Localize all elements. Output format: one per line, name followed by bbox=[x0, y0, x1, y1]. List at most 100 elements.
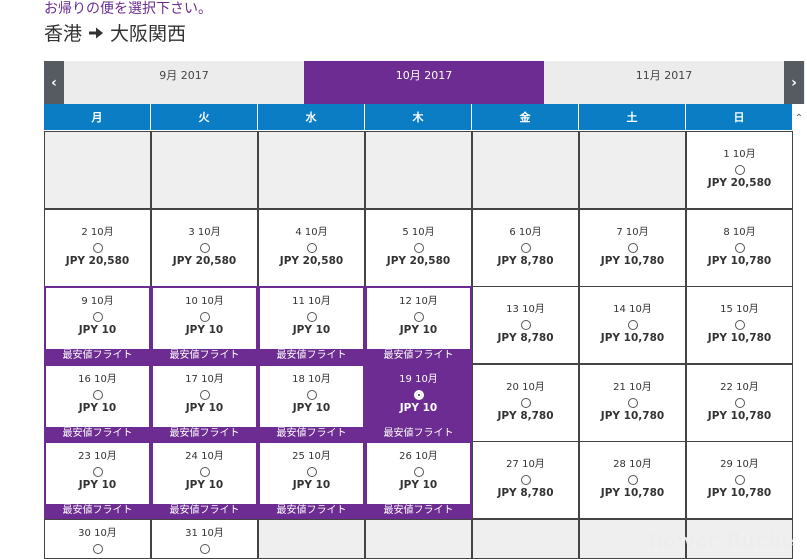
radio-icon[interactable] bbox=[520, 320, 531, 330]
next-month-button[interactable]: › bbox=[784, 61, 804, 104]
radio-icon[interactable] bbox=[306, 467, 317, 477]
calendar-day[interactable]: 11 10月 JPY 10 最安値フライト bbox=[258, 286, 365, 364]
radio-icon[interactable] bbox=[734, 165, 745, 175]
weekday-thu: 木 bbox=[365, 104, 471, 130]
lowest-fare-label: 最安値フライト bbox=[46, 504, 149, 517]
day-price: JPY 10 bbox=[292, 402, 331, 414]
weekday-tue: 火 bbox=[151, 104, 257, 130]
calendar-day[interactable]: 9 10月 JPY 10 最安値フライト bbox=[44, 286, 151, 364]
radio-icon[interactable] bbox=[92, 390, 103, 400]
day-price: JPY 10 bbox=[78, 479, 117, 491]
route-heading: 香港 大阪関西 bbox=[44, 19, 186, 46]
radio-icon[interactable] bbox=[627, 320, 638, 330]
day-date: 24 10月 bbox=[185, 451, 224, 462]
radio-icon[interactable] bbox=[413, 243, 424, 253]
radio-icon[interactable] bbox=[627, 398, 638, 408]
radio-icon[interactable] bbox=[199, 390, 210, 400]
day-date: 25 10月 bbox=[292, 451, 331, 462]
weekday-fri: 金 bbox=[472, 104, 578, 130]
calendar-day[interactable]: 7 10月 JPY 10,780 bbox=[579, 209, 686, 287]
radio-icon[interactable] bbox=[413, 312, 424, 322]
calendar-day[interactable]: 13 10月 JPY 8,780 bbox=[472, 286, 579, 364]
radio-icon[interactable] bbox=[520, 398, 531, 408]
calendar-day[interactable]: 8 10月 JPY 10,780 bbox=[686, 209, 793, 287]
day-date: 14 10月 bbox=[613, 304, 652, 315]
radio-icon[interactable] bbox=[92, 467, 103, 477]
lowest-fare-label: 最安値フライト bbox=[153, 427, 256, 440]
radio-icon[interactable] bbox=[92, 312, 103, 322]
calendar-day[interactable]: 30 10月 bbox=[44, 519, 151, 559]
radio-icon[interactable] bbox=[306, 312, 317, 322]
radio-icon[interactable] bbox=[734, 243, 745, 253]
calendar-cell-empty bbox=[472, 131, 579, 209]
calendar-day[interactable]: 29 10月 JPY 10,780 bbox=[686, 441, 793, 519]
lowest-fare-label: 最安値フライト bbox=[260, 427, 363, 440]
calendar-day-selected[interactable]: 19 10月 JPY 10 最安値フライト bbox=[365, 364, 472, 442]
calendar-day[interactable]: 1 10月 JPY 20,580 bbox=[686, 131, 793, 209]
lowest-fare-label: 最安値フライト bbox=[46, 427, 149, 440]
calendar-day[interactable]: 12 10月 JPY 10 最安値フライト bbox=[365, 286, 472, 364]
day-date: 1 10月 bbox=[723, 149, 756, 160]
radio-icon[interactable] bbox=[734, 320, 745, 330]
calendar-day[interactable]: 10 10月 JPY 10 最安値フライト bbox=[151, 286, 258, 364]
radio-icon[interactable] bbox=[734, 475, 745, 485]
calendar-cell-empty bbox=[258, 131, 365, 209]
radio-icon[interactable] bbox=[520, 475, 531, 485]
calendar-day[interactable]: 24 10月 JPY 10 最安値フライト bbox=[151, 441, 258, 519]
day-price: JPY 20,580 bbox=[707, 177, 772, 189]
calendar-day[interactable]: 4 10月 JPY 20,580 bbox=[258, 209, 365, 287]
day-date: 16 10月 bbox=[78, 374, 117, 385]
radio-icon[interactable] bbox=[92, 544, 103, 554]
calendar-day[interactable]: 22 10月 JPY 10,780 bbox=[686, 364, 793, 442]
prev-month-button[interactable]: ‹ bbox=[44, 61, 64, 104]
radio-icon[interactable] bbox=[306, 390, 317, 400]
calendar-day[interactable]: 14 10月 JPY 10,780 bbox=[579, 286, 686, 364]
radio-icon[interactable] bbox=[199, 544, 210, 554]
calendar-day[interactable]: 16 10月 JPY 10 最安値フライト bbox=[44, 364, 151, 442]
calendar-day[interactable]: 15 10月 JPY 10,780 bbox=[686, 286, 793, 364]
calendar-day[interactable]: 25 10月 JPY 10 最安値フライト bbox=[258, 441, 365, 519]
calendar-day[interactable]: 31 10月 bbox=[151, 519, 258, 559]
day-date: 30 10月 bbox=[78, 528, 117, 539]
calendar-day[interactable]: 17 10月 JPY 10 最安値フライト bbox=[151, 364, 258, 442]
scroll-up-button[interactable]: ⌃ bbox=[793, 110, 805, 126]
day-price: JPY 20,580 bbox=[386, 255, 451, 267]
calendar-day[interactable]: 21 10月 JPY 10,780 bbox=[579, 364, 686, 442]
month-tab-current[interactable]: 10月 2017 bbox=[304, 61, 544, 104]
radio-icon[interactable] bbox=[627, 475, 638, 485]
radio-icon[interactable] bbox=[520, 243, 531, 253]
calendar-day[interactable]: 5 10月 JPY 20,580 bbox=[365, 209, 472, 287]
lowest-fare-label: 最安値フライト bbox=[367, 349, 470, 362]
day-price: JPY 10 bbox=[185, 479, 224, 491]
calendar-day[interactable]: 23 10月 JPY 10 最安値フライト bbox=[44, 441, 151, 519]
radio-icon[interactable] bbox=[92, 243, 103, 253]
calendar-day[interactable]: 28 10月 JPY 10,780 bbox=[579, 441, 686, 519]
radio-selected-icon[interactable] bbox=[413, 390, 424, 400]
radio-icon[interactable] bbox=[413, 467, 424, 477]
calendar-day[interactable]: 2 10月 JPY 20,580 bbox=[44, 209, 151, 287]
calendar-day[interactable]: 3 10月 JPY 20,580 bbox=[151, 209, 258, 287]
calendar-day[interactable]: 26 10月 JPY 10 最安値フライト bbox=[365, 441, 472, 519]
radio-icon[interactable] bbox=[199, 467, 210, 477]
day-price: JPY 20,580 bbox=[172, 255, 237, 267]
radio-icon[interactable] bbox=[199, 312, 210, 322]
radio-icon[interactable] bbox=[734, 398, 745, 408]
radio-icon[interactable] bbox=[627, 243, 638, 253]
lowest-fare-label: 最安値フライト bbox=[260, 349, 363, 362]
calendar-day[interactable]: 6 10月 JPY 8,780 bbox=[472, 209, 579, 287]
radio-icon[interactable] bbox=[199, 243, 210, 253]
arrow-right-icon bbox=[89, 27, 104, 38]
weekday-mon: 月 bbox=[44, 104, 150, 130]
month-tab-prev[interactable]: 9月 2017 bbox=[64, 61, 304, 104]
radio-icon[interactable] bbox=[306, 243, 317, 253]
day-price: JPY 10,780 bbox=[600, 410, 665, 422]
month-tab-next[interactable]: 11月 2017 bbox=[544, 61, 784, 104]
calendar-cell-empty bbox=[579, 131, 686, 209]
day-price: JPY 10 bbox=[78, 324, 117, 336]
calendar-cell-empty bbox=[44, 131, 151, 209]
calendar-day[interactable]: 18 10月 JPY 10 最安値フライト bbox=[258, 364, 365, 442]
calendar-day[interactable]: 20 10月 JPY 8,780 bbox=[472, 364, 579, 442]
calendar-day[interactable]: 27 10月 JPY 8,780 bbox=[472, 441, 579, 519]
day-price: JPY 10,780 bbox=[707, 487, 772, 499]
calendar-cell-empty bbox=[258, 519, 365, 559]
